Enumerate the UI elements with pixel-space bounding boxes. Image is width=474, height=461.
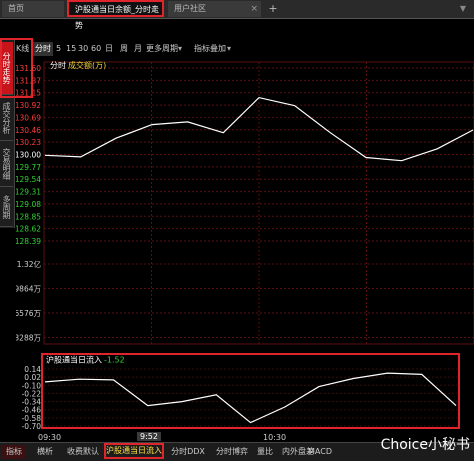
y-tick-label: 128.39 <box>16 237 41 246</box>
flow-title: 沪股通当日流入 <box>46 355 102 365</box>
main-grid <box>44 62 474 344</box>
y-tick-label: 131.15 <box>16 89 41 98</box>
period-60[interactable]: 60 <box>91 42 101 56</box>
bottom-tab-default[interactable]: 收费默认 <box>63 445 103 459</box>
bottom-tab-indicators[interactable]: 指标 <box>2 445 26 459</box>
bottom-tab-cross[interactable]: 横析 <box>29 445 61 459</box>
chevron-down-icon[interactable]: ▾ <box>178 42 182 56</box>
y-tick-label: 130.23 <box>16 138 41 147</box>
period-month[interactable]: 月 <box>134 42 142 56</box>
tab-community-label: 用户社区 <box>174 4 206 13</box>
chevron-down-icon[interactable]: ▾ <box>227 42 231 56</box>
flow-y-axis: 0.140.02-0.10-0.22-0.34-0.46-0.58-0.70 <box>22 365 42 431</box>
y-tick-label: 128.62 <box>16 225 41 234</box>
legend-time: 分时 <box>50 60 66 70</box>
period-30[interactable]: 30 <box>78 42 88 56</box>
volume-tick-label: 3288万 <box>16 334 41 343</box>
y-tick-label: 129.77 <box>16 163 41 172</box>
new-tab-button[interactable]: + <box>266 1 280 17</box>
y-tick-label: 130.69 <box>16 113 41 122</box>
period-day[interactable]: 日 <box>105 42 113 56</box>
period-15[interactable]: 15 <box>66 42 76 56</box>
bottom-tab-volume-ratio[interactable]: 量比 <box>253 445 277 459</box>
tab-home-label: 首页 <box>8 4 24 13</box>
main-y-axis: 131.60 131.37 131.15 130.92 130.69 130.46 130.… <box>15 64 41 246</box>
period-kline[interactable]: K线 <box>16 42 29 56</box>
volume-tick-label: 1.32亿 <box>17 259 42 269</box>
tab-active-label: 沪股通当日余额_分时走势 <box>75 5 159 30</box>
flow-value: -1.52 <box>104 356 125 365</box>
bottom-tab-macd[interactable]: MACD <box>308 445 332 459</box>
plus-icon: + <box>268 2 278 15</box>
chevron-down-icon: ▼ <box>459 4 467 13</box>
period-toolbar: K线 分时 5 15 30 60 日 周 月 更多周期 ▾ 指标叠加 ▾ <box>16 42 474 56</box>
chart-area[interactable]: 131.60 131.37 131.15 130.92 130.69 130.46 130.… <box>14 58 474 432</box>
indicator-overlay-button[interactable]: 指标叠加 <box>194 42 226 56</box>
flow-panel-frame <box>41 353 460 429</box>
tab-home[interactable]: 首页 <box>2 1 64 17</box>
time-mid: 10:30 <box>263 433 287 442</box>
tab-community[interactable]: 用户社区 × <box>168 1 261 17</box>
tab-northbound-balance[interactable]: 沪股通当日余额_分时走势 × <box>67 0 164 30</box>
y-tick-label: 128.85 <box>16 212 41 221</box>
bottom-tab-northbound-flow[interactable]: 沪股通当日流入 <box>104 443 164 459</box>
period-5[interactable]: 5 <box>56 42 61 56</box>
volume-y-axis: 1.32亿 9864万 6576万 3288万 <box>14 259 42 343</box>
volume-tick-label: 9864万 <box>16 285 41 294</box>
period-intraday[interactable]: 分时 <box>33 42 53 56</box>
watermark: Choice小秘书 <box>380 437 470 453</box>
y-tick-label: 129.31 <box>16 188 41 197</box>
y-tick-label: 130.92 <box>16 101 41 110</box>
y-tick-label: 129.54 <box>16 175 41 184</box>
side-tab-volume-analysis[interactable]: 成交分析 <box>0 96 13 141</box>
y-tick-label: 131.60 <box>16 64 41 73</box>
flow-tick-label: -0.70 <box>22 422 42 431</box>
y-tick-label: 130.00 <box>16 151 41 160</box>
tab-list-button[interactable]: ▼ <box>454 1 472 17</box>
period-week[interactable]: 周 <box>120 42 128 56</box>
close-icon[interactable]: × <box>151 2 159 18</box>
side-tab-multi-period[interactable]: 多周期 <box>0 188 13 227</box>
intraday-chart[interactable]: 131.60 131.37 131.15 130.92 130.69 130.46 130.… <box>14 58 474 432</box>
more-periods-button[interactable]: 更多周期 <box>146 42 178 56</box>
y-tick-label: 131.37 <box>16 76 41 85</box>
y-tick-label: 129.08 <box>16 200 41 209</box>
legend-volume: 成交额(万) <box>68 60 106 70</box>
time-start: 09:30 <box>38 433 62 442</box>
close-icon[interactable]: × <box>250 1 258 17</box>
bottom-tab-game[interactable]: 分时博弈 <box>212 445 252 459</box>
tab-bar: 首页 沪股通当日余额_分时走势 × 用户社区 × + ▼ <box>0 0 474 30</box>
volume-tick-label: 6576万 <box>16 309 41 318</box>
flow-grid <box>44 368 457 427</box>
bottom-tab-ddx[interactable]: 分时DDX <box>168 445 208 459</box>
side-tab-trade-detail[interactable]: 交易明细 <box>0 142 13 187</box>
time-cursor: 9:52 <box>137 432 161 441</box>
flow-line <box>44 372 457 424</box>
y-tick-label: 130.46 <box>16 126 41 135</box>
